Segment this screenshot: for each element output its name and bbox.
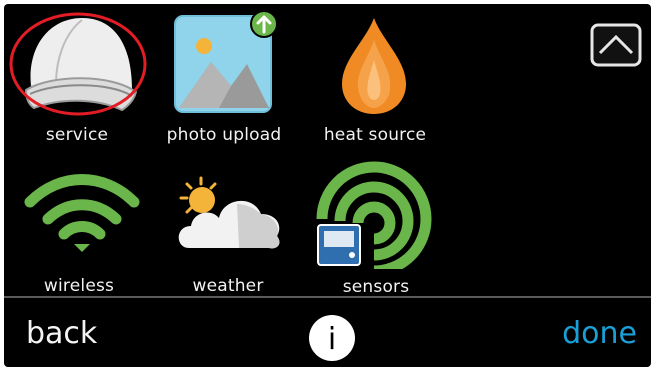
footer-divider	[4, 296, 651, 298]
photo-upload-label: photo upload	[166, 125, 282, 145]
sensors-icon	[316, 161, 432, 269]
photo-upload-tile[interactable]: photo upload	[149, 4, 294, 154]
sensors-label: sensors	[342, 277, 410, 297]
info-icon: i	[309, 315, 355, 361]
weather-icon	[178, 176, 280, 249]
done-button[interactable]: done	[562, 316, 637, 351]
wireless-label: wireless	[43, 276, 115, 296]
settings-menu-screen: service photo upload heat source wireles…	[4, 4, 651, 367]
flame-icon	[342, 18, 406, 114]
wifi-icon	[24, 174, 140, 252]
photo-upload-icon	[174, 10, 278, 113]
sensors-tile[interactable]: sensors	[294, 159, 439, 297]
service-tile[interactable]: service	[4, 4, 149, 154]
info-glyph: i	[328, 322, 336, 357]
info-button[interactable]: i	[308, 314, 356, 362]
service-label: service	[45, 125, 109, 145]
wireless-tile[interactable]: wireless	[4, 164, 149, 296]
chevron-up-icon	[590, 23, 642, 67]
heat-source-label: heat source	[323, 125, 427, 145]
weather-tile[interactable]: weather	[149, 164, 294, 296]
heat-source-tile[interactable]: heat source	[294, 4, 439, 154]
service-cap-icon	[9, 12, 147, 116]
weather-label: weather	[192, 276, 264, 296]
scroll-up-button[interactable]	[590, 23, 642, 67]
back-button[interactable]: back	[26, 316, 97, 351]
